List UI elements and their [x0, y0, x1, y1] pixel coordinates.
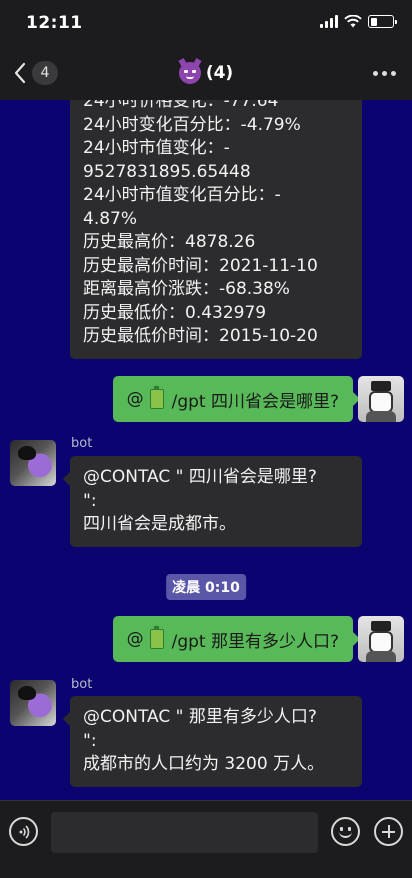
outgoing-message-bubble[interactable]: @ /gpt 四川省会是哪里?: [112, 376, 361, 422]
message-line: 24小时市值变化：-: [83, 138, 230, 158]
message-line: 24小时价格变化：-77.64: [83, 100, 279, 111]
status-bar: 12:11: [0, 0, 412, 48]
more-options-button[interactable]: [373, 71, 396, 76]
more-actions-plus-button[interactable]: [374, 817, 403, 846]
sender-name: bot: [71, 677, 93, 692]
incoming-message-bubble[interactable]: @CONTAC " 那里有多少人口? ": 成都市的人口约为 3200 万人。: [63, 696, 362, 787]
voice-input-button[interactable]: [9, 817, 38, 846]
status-time: 12:11: [26, 13, 83, 33]
message-line: 4.87%: [83, 208, 138, 229]
status-icons: [320, 15, 397, 28]
input-bar: [0, 800, 412, 878]
chat-title: (4): [0, 62, 412, 84]
message-line: ":: [83, 730, 97, 751]
message-line: 9527831895.65448: [83, 161, 251, 182]
chat-area[interactable]: 24小时价格变化：-77.64 24小时变化百分比：-4.79% 24小时市值变…: [0, 100, 412, 800]
message-line: 历史最高价：4878.26: [83, 232, 256, 252]
sender-name: bot: [71, 436, 93, 451]
message-line: 距离最高价涨跌：-68.38%: [83, 279, 290, 299]
imp-face-icon: [178, 62, 201, 84]
message-line: 历史最高价时间：2021-11-10: [83, 255, 318, 276]
message-line: ":: [83, 490, 97, 511]
outgoing-message-bubble[interactable]: @ /gpt 那里有多少人口?: [112, 616, 361, 662]
message-line: 历史最低价：0.432979: [83, 302, 267, 323]
message-input[interactable]: [51, 812, 318, 853]
message-text: /gpt 四川省会是哪里?: [171, 391, 339, 412]
message-text: /gpt 那里有多少人口?: [171, 631, 339, 652]
member-count: (4): [205, 63, 234, 83]
battery-emoji-icon: [149, 626, 164, 649]
incoming-message-bubble[interactable]: @CONTAC " 四川省会是哪里? ": 四川省会是成都市。: [63, 456, 362, 547]
message-line: 24小时市值变化百分比：-: [83, 185, 281, 205]
emoji-button[interactable]: [331, 817, 360, 846]
my-avatar[interactable]: [358, 616, 404, 662]
message-line: @CONTAC " 四川省会是哪里?: [83, 467, 317, 487]
nav-bar: 4 (4): [0, 48, 412, 100]
message-line: @CONTAC " 那里有多少人口?: [83, 707, 317, 727]
wifi-icon: [344, 15, 362, 28]
message-line: 24小时变化百分比：-4.79%: [83, 114, 301, 135]
cellular-signal-icon: [320, 15, 338, 28]
my-avatar[interactable]: [358, 376, 404, 422]
message-line: 四川省会是成都市。: [83, 514, 236, 534]
mention-prefix: @: [126, 389, 144, 409]
incoming-message-bubble[interactable]: 24小时价格变化：-77.64 24小时变化百分比：-4.79% 24小时市值变…: [70, 100, 362, 359]
mention-prefix: @: [126, 629, 144, 649]
message-line: 历史最低价时间：2015-10-20: [83, 326, 318, 346]
message-line: 成都市的人口约为 3200 万人。: [83, 754, 325, 774]
battery-emoji-icon: [149, 386, 164, 409]
voice-wave-icon: [19, 824, 29, 839]
bot-avatar[interactable]: [10, 440, 56, 486]
battery-icon: [368, 15, 397, 28]
bot-avatar[interactable]: [10, 680, 56, 726]
timestamp-label: 凌晨 0:10: [166, 574, 246, 600]
